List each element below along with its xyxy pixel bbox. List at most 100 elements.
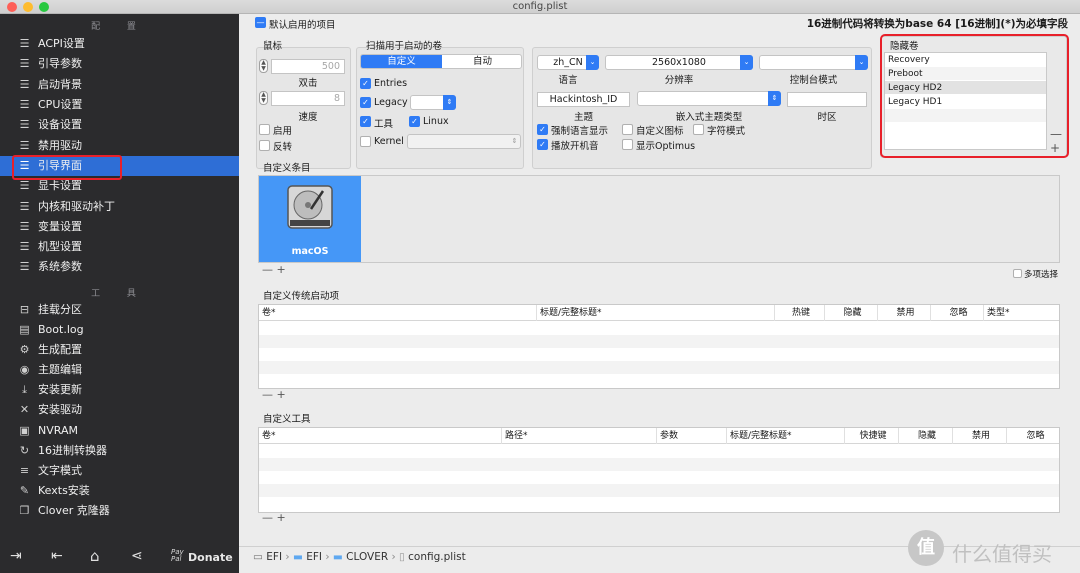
- table-row: [259, 458, 1059, 471]
- scan-legacy-checkbox[interactable]: ✓: [360, 97, 371, 108]
- column-header[interactable]: 快捷键: [845, 428, 899, 444]
- custom-icons-checkbox[interactable]: [622, 124, 633, 135]
- tool-nvram[interactable]: ▣ NVRAM: [0, 421, 239, 441]
- text-only-checkbox[interactable]: [693, 124, 704, 135]
- column-header[interactable]: 类型*: [984, 305, 1061, 321]
- list-icon: ☰: [19, 240, 30, 253]
- tool-text-mode[interactable]: ≡ 文字模式: [0, 461, 239, 481]
- export-icon[interactable]: ⇤: [51, 548, 63, 564]
- path-bar: ▭ EFI › ▬ EFI › ▬ CLOVER › ▯ config.plis…: [253, 551, 466, 565]
- play-chime-checkbox[interactable]: ✓: [537, 139, 548, 150]
- home-icon[interactable]: ⌂: [90, 547, 100, 565]
- remove-custom-entry-button[interactable]: — +: [262, 263, 286, 276]
- legacy-select[interactable]: ⇕: [410, 95, 456, 110]
- add-remove-tool-buttons[interactable]: — +: [262, 511, 286, 524]
- sidebar-item-devices[interactable]: ☰ 设备设置: [0, 115, 239, 135]
- sidebar-item-boot-args[interactable]: ☰ 引导参数: [0, 54, 239, 74]
- scan-legacy-label: Legacy: [374, 97, 408, 108]
- column-header[interactable]: 禁用: [878, 305, 931, 321]
- sidebar-item-acpi[interactable]: ☰ ACPI设置: [0, 34, 239, 54]
- sidebar-item-disable-drivers[interactable]: ☰ 禁用驱动: [0, 136, 239, 156]
- kernel-select[interactable]: ⇕: [407, 134, 521, 149]
- zoom-window-button[interactable]: [39, 2, 49, 12]
- mouse-enable-checkbox[interactable]: [259, 124, 270, 135]
- folder-icon: ▬: [292, 551, 303, 563]
- drive-icon: ▭: [253, 551, 263, 563]
- tool-kexts-installer[interactable]: ✎ Kexts安装: [0, 481, 239, 501]
- sidebar-item-cpu[interactable]: ☰ CPU设置: [0, 95, 239, 115]
- import-icon[interactable]: ⇥: [10, 548, 22, 564]
- legacy-entries-title: 自定义传统启动项: [263, 291, 340, 302]
- resolution-select[interactable]: 2560x1080 ⌄: [605, 55, 753, 70]
- multi-select-checkbox[interactable]: [1013, 269, 1022, 278]
- default-enabled-checkbox[interactable]: —: [255, 17, 266, 28]
- column-header[interactable]: 标题/完整标题*: [727, 428, 845, 444]
- sidebar-item-system-parameters[interactable]: ☰ 系统参数: [0, 257, 239, 277]
- speed-stepper[interactable]: ▲ ▼: [259, 91, 268, 105]
- column-header[interactable]: 隐藏: [899, 428, 953, 444]
- force-language-checkbox[interactable]: ✓: [537, 124, 548, 135]
- sidebar: 配 置 ☰ ACPI设置 ☰ 引导参数 ☰ 启动背景 ☰ CPU设置 ☰ 设备设置 ☰ 禁用…: [0, 14, 239, 573]
- table-row: [259, 335, 1059, 348]
- column-header[interactable]: 参数: [657, 428, 727, 444]
- path-crumb[interactable]: config.plist: [408, 551, 466, 563]
- tool-boot-log[interactable]: ▤ Boot.log: [0, 320, 239, 340]
- column-header[interactable]: 热键: [775, 305, 825, 321]
- tool-hex-converter[interactable]: ↻ 16进制转换器: [0, 441, 239, 461]
- custom-entry-label: macOS: [291, 246, 329, 257]
- config-section-header: 配 置: [91, 22, 148, 32]
- tool-mount-efi[interactable]: ⊟ 挂载分区: [0, 300, 239, 320]
- tool-generate-config[interactable]: ⚙ 生成配置: [0, 340, 239, 360]
- sidebar-item-boot-graphics[interactable]: ☰ 启动背景: [0, 75, 239, 95]
- path-crumb[interactable]: CLOVER: [346, 551, 388, 563]
- theme-input[interactable]: Hackintosh_ID: [537, 92, 630, 107]
- donate-button[interactable]: Donate: [188, 551, 233, 564]
- download-icon: ⤓: [22, 383, 27, 396]
- show-optimus-checkbox[interactable]: [622, 139, 633, 150]
- mouse-mirror-checkbox[interactable]: [259, 140, 270, 151]
- console-mode-select[interactable]: ⌄: [759, 55, 868, 70]
- tool-install-drivers[interactable]: ✕ 安装驱动: [0, 400, 239, 420]
- language-select[interactable]: zh_CN ⌄: [537, 55, 599, 70]
- scan-title: 扫描用于启动的卷: [366, 41, 443, 52]
- share-icon[interactable]: ⋖: [131, 548, 143, 564]
- play-chime-label: 播放开机音: [551, 141, 599, 152]
- scan-custom-segment[interactable]: 自定义: [361, 55, 442, 68]
- scan-entries-checkbox[interactable]: ✓: [360, 78, 371, 89]
- path-crumb[interactable]: EFI: [306, 551, 322, 563]
- sidebar-item-rt-variables[interactable]: ☰ 变量设置: [0, 217, 239, 237]
- column-header[interactable]: 禁用: [953, 428, 1007, 444]
- legacy-entries-table[interactable]: 卷* 标题/完整标题* 热键 隐藏 禁用 忽略 类型*: [258, 304, 1060, 389]
- column-header[interactable]: 忽略: [931, 305, 984, 321]
- speed-input[interactable]: 8: [271, 91, 345, 106]
- scan-kernel-checkbox[interactable]: [360, 136, 371, 147]
- add-remove-legacy-buttons[interactable]: — +: [262, 388, 286, 401]
- mouse-mirror-label: 反转: [273, 142, 293, 153]
- column-header[interactable]: 标题/完整标题*: [537, 305, 775, 321]
- column-header[interactable]: 卷*: [259, 428, 502, 444]
- close-window-button[interactable]: [7, 2, 17, 12]
- sidebar-item-kernel-kext-patches[interactable]: ☰ 内核和驱动补丁: [0, 197, 239, 217]
- column-header[interactable]: 忽略: [1007, 428, 1061, 444]
- double-click-stepper[interactable]: ▲ ▼: [259, 59, 268, 73]
- tool-install-update[interactable]: ⤓ 安装更新: [0, 380, 239, 400]
- tool-theme-editor[interactable]: ◉ 主题编辑: [0, 360, 239, 380]
- scan-linux-checkbox[interactable]: ✓: [409, 116, 420, 127]
- scan-mode-segmented[interactable]: 自定义 自动: [360, 54, 522, 69]
- scan-tools-checkbox[interactable]: ✓: [360, 116, 371, 127]
- column-header[interactable]: 路径*: [502, 428, 657, 444]
- path-crumb[interactable]: EFI: [266, 551, 282, 563]
- column-header[interactable]: 卷*: [259, 305, 537, 321]
- scan-auto-segment[interactable]: 自动: [442, 55, 521, 68]
- sidebar-item-smbios[interactable]: ☰ 机型设置: [0, 237, 239, 257]
- minimize-window-button[interactable]: [23, 2, 33, 12]
- custom-entry-tile[interactable]: macOS: [259, 176, 361, 262]
- timezone-input[interactable]: [787, 92, 867, 107]
- embedded-theme-select[interactable]: ⇕: [637, 91, 781, 106]
- table-row: [259, 497, 1059, 510]
- custom-tools-table[interactable]: 卷* 路径* 参数 标题/完整标题* 快捷键 隐藏 禁用 忽略: [258, 427, 1060, 513]
- tool-clover-cloner[interactable]: ❐ Clover 克隆器: [0, 501, 239, 521]
- double-click-input[interactable]: 500: [271, 59, 345, 74]
- chevron-updown-icon: ⇕: [511, 137, 518, 145]
- column-header[interactable]: 隐藏: [825, 305, 878, 321]
